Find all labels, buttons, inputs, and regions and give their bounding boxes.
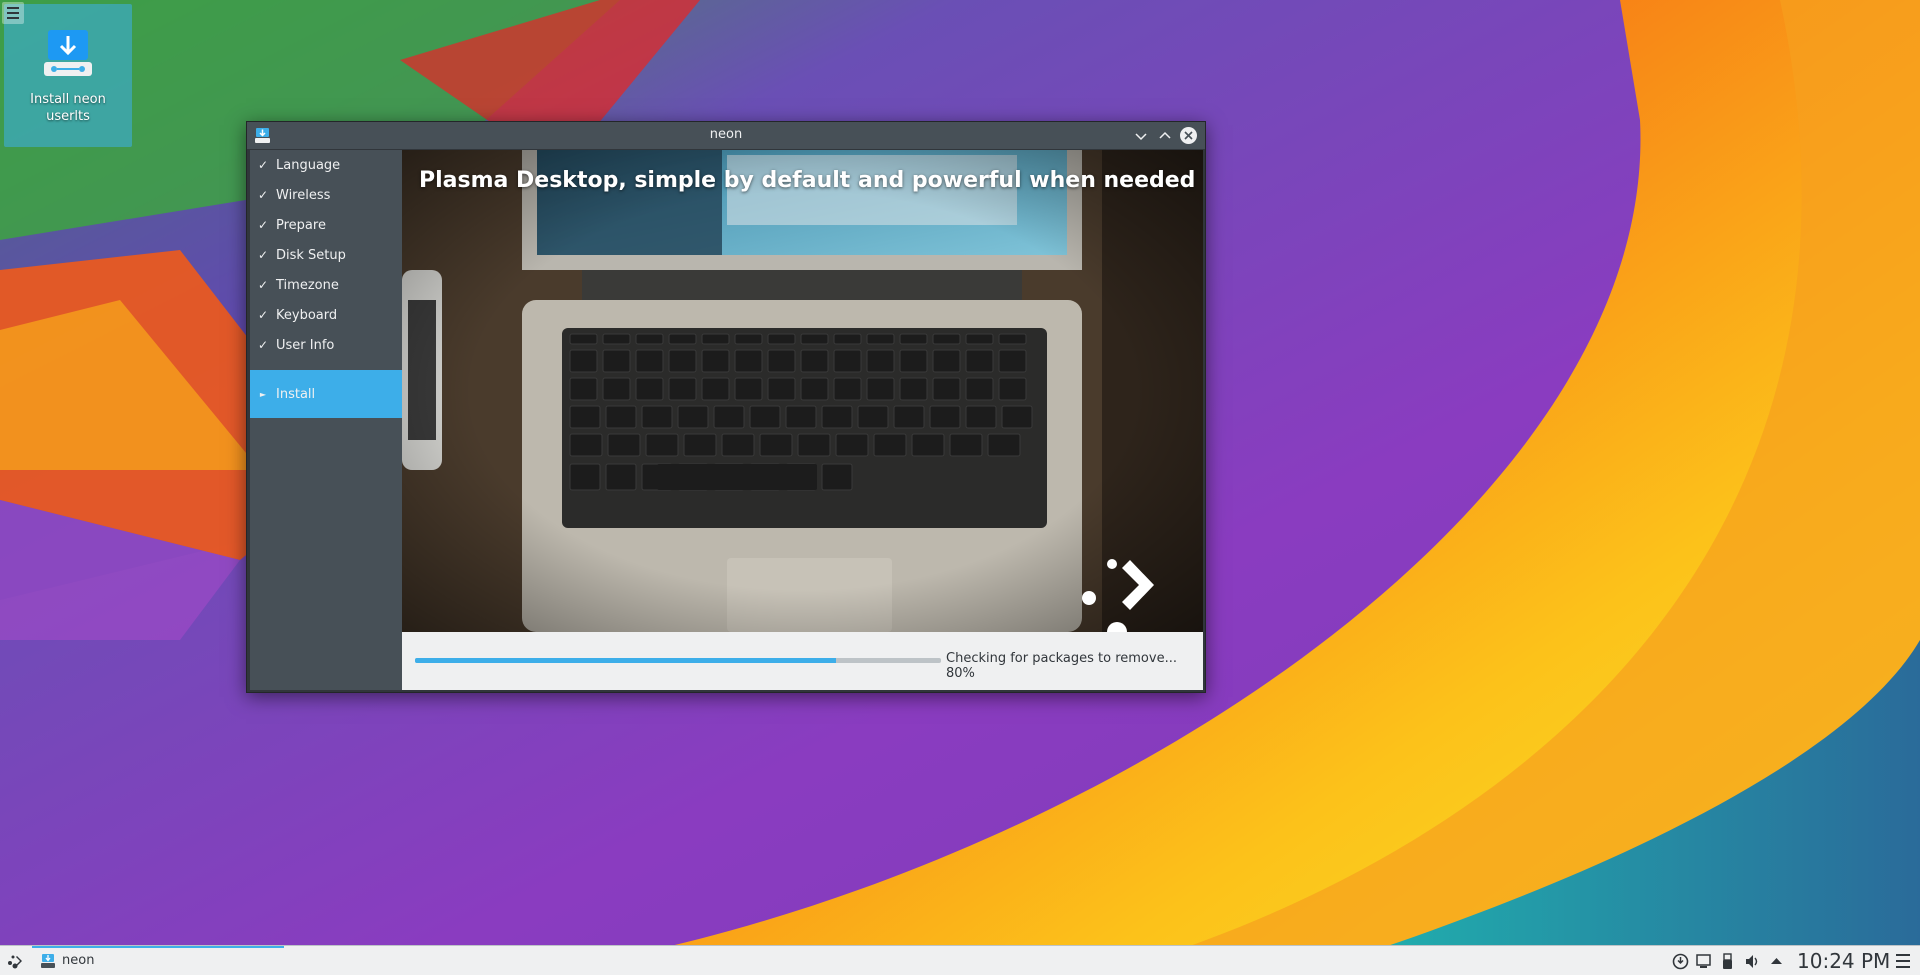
check-icon: ✓ [257,158,269,172]
updates-icon[interactable] [1672,953,1689,970]
step-prepare: ✓ Prepare [250,210,402,240]
expand-tray-icon[interactable] [1768,953,1785,970]
step-label: Language [276,157,341,173]
minimize-button[interactable] [1131,126,1150,145]
chevron-down-icon [1134,132,1147,140]
kde-launcher-icon[interactable] [4,951,24,971]
step-language: ✓ Language [250,150,402,180]
step-wireless: ✓ Wireless [250,180,402,210]
desktop-icon-install-neon[interactable]: Install neon userlts [4,4,132,147]
installer-window: neon ✓ Language ✓ Wireless ✓ Prepare ✓ D… [246,121,1206,693]
slideshow-slide: Plasma Desktop, simple by default and po… [402,150,1203,632]
check-icon: ✓ [257,308,269,322]
step-timezone: ✓ Timezone [250,270,402,300]
installer-content: Plasma Desktop, simple by default and po… [402,150,1203,690]
hamburger-menu-icon[interactable] [1896,954,1910,968]
step-label: Prepare [276,217,326,233]
check-icon: ✓ [257,218,269,232]
step-label: Install [276,386,316,402]
installer-icon [44,30,92,76]
neon-logo-icon [1082,559,1154,632]
active-task-indicator [32,946,284,948]
install-progress-fill [415,658,836,663]
usb-device-icon[interactable] [1719,953,1736,970]
arrow-right-icon: ► [259,389,267,399]
step-keyboard: ✓ Keyboard [250,300,402,330]
window-title: neon [709,127,743,142]
window-titlebar[interactable]: neon [247,122,1205,149]
step-disk-setup: ✓ Disk Setup [250,240,402,270]
step-label: Timezone [276,277,339,293]
close-icon [1184,131,1193,140]
step-label: Keyboard [276,307,338,323]
step-user-info: ✓ User Info [250,330,402,360]
network-icon[interactable] [1695,953,1712,970]
volume-icon[interactable] [1744,953,1761,970]
taskbar: neon 10:24 PM [0,945,1920,975]
maximize-button[interactable] [1155,126,1174,145]
step-install: ► Install [250,370,402,418]
step-label: Disk Setup [276,247,346,263]
check-icon: ✓ [257,188,269,202]
check-icon: ✓ [257,278,269,292]
install-progress-row: Checking for packages to remove... 80% [402,632,1203,690]
desktop-icon-label: Install neon userlts [30,92,106,124]
close-button[interactable] [1179,126,1198,145]
clock[interactable]: 10:24 PM [1797,949,1890,973]
desktop-toolbox-button[interactable] [2,2,24,24]
taskbar-task-neon[interactable]: neon [32,946,284,975]
install-progress-bar [415,658,941,663]
taskbar-task-label: neon [62,953,95,968]
installer-icon [41,954,55,968]
step-label: Wireless [276,187,331,203]
chevron-up-icon [1158,131,1171,139]
check-icon: ✓ [257,248,269,262]
step-label: User Info [276,337,335,353]
installer-steps-sidebar: ✓ Language ✓ Wireless ✓ Prepare ✓ Disk S… [250,150,402,690]
check-icon: ✓ [257,338,269,352]
install-progress-text: Checking for packages to remove... 80% [946,651,1177,681]
